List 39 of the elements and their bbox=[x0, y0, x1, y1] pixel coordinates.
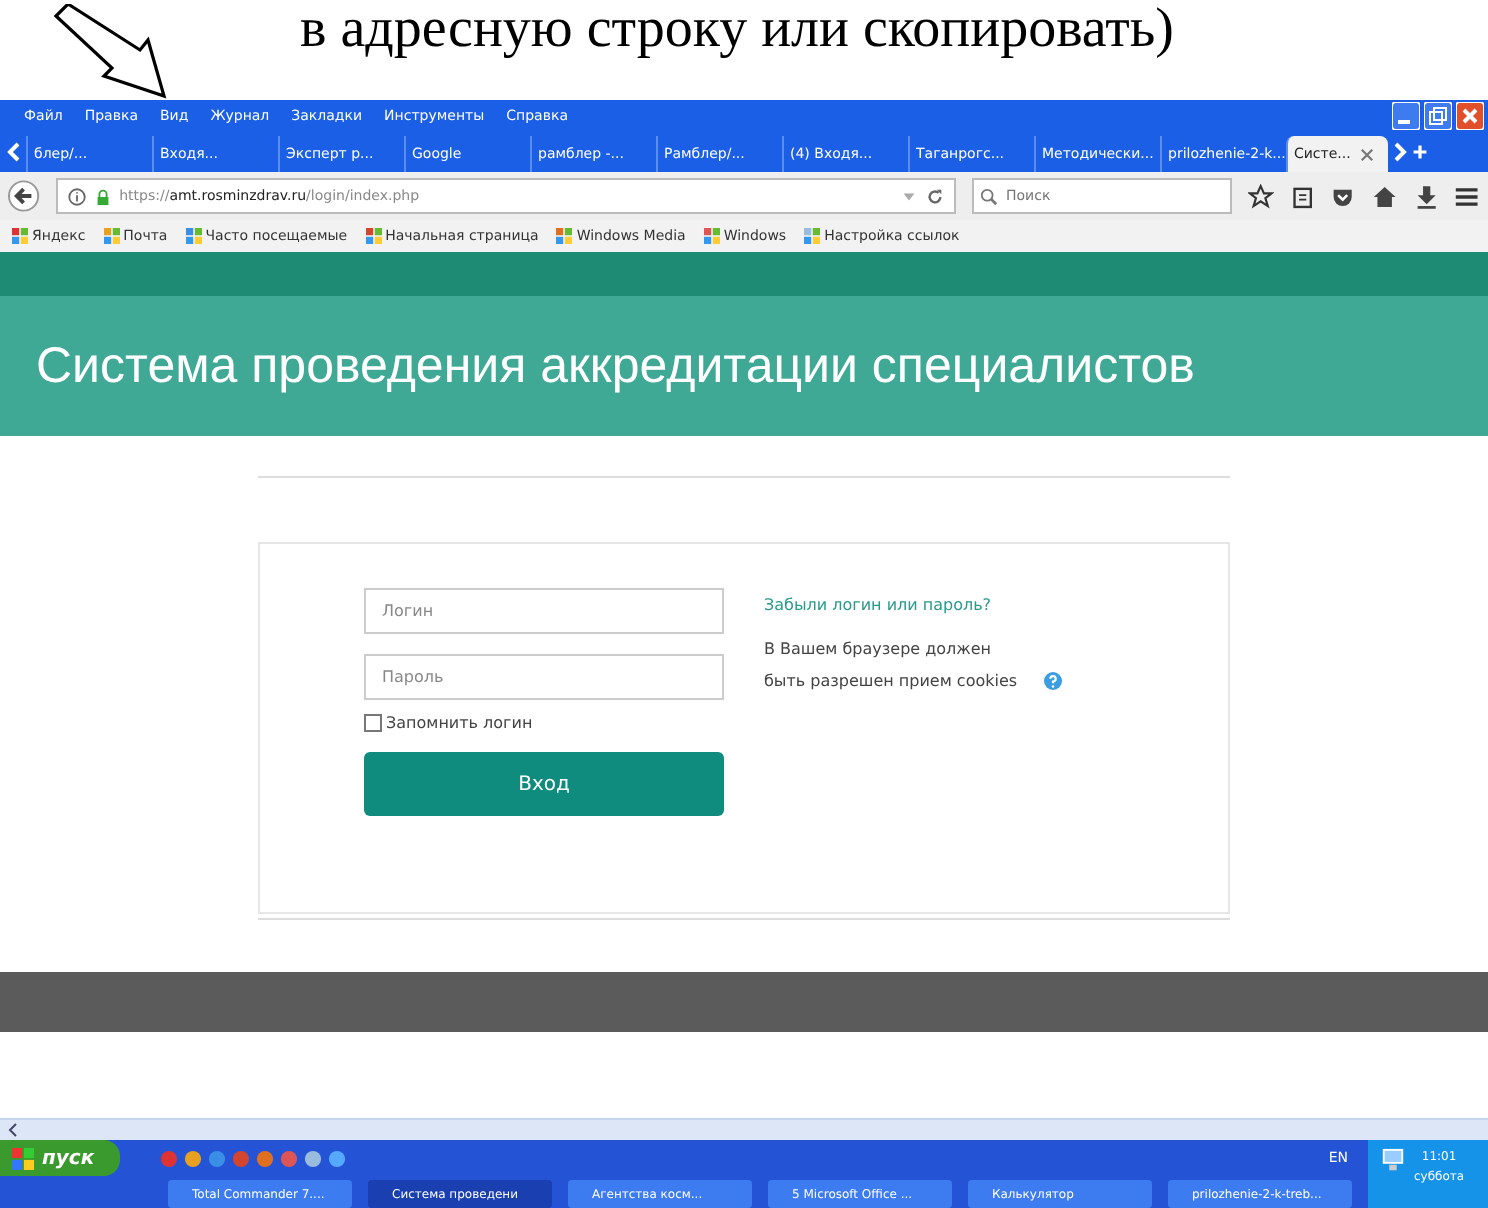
password-field[interactable]: Пароль bbox=[364, 654, 724, 700]
minimize-icon[interactable] bbox=[1392, 102, 1420, 130]
network-icon[interactable] bbox=[1380, 1148, 1406, 1174]
download-icon[interactable] bbox=[1413, 183, 1439, 209]
menu-icon[interactable] bbox=[1454, 183, 1481, 209]
windows-logo-icon bbox=[12, 1147, 34, 1169]
forgot-link[interactable]: Забыли логин или пароль? bbox=[764, 596, 1062, 614]
start-button[interactable]: пуск bbox=[0, 1140, 120, 1176]
tiles-icon bbox=[703, 228, 720, 244]
remember-label: Запомнить логин bbox=[386, 714, 533, 732]
login-button[interactable]: Вход bbox=[364, 752, 724, 816]
home-icon[interactable] bbox=[1372, 183, 1398, 209]
search-icon bbox=[980, 187, 999, 205]
remember-checkbox[interactable] bbox=[364, 714, 382, 732]
tiles-icon bbox=[103, 228, 120, 244]
scroll-right-icon[interactable] bbox=[1392, 142, 1408, 162]
tiles-icon bbox=[185, 228, 202, 244]
tiles-icon bbox=[12, 228, 28, 244]
star-icon[interactable] bbox=[1248, 183, 1274, 209]
back-icon[interactable] bbox=[8, 180, 40, 212]
scroll-left-icon[interactable] bbox=[6, 1122, 22, 1138]
page-title: Система проведения аккредитации специалистов bbox=[36, 337, 1195, 395]
login-field[interactable]: Логин bbox=[364, 588, 724, 634]
lock-icon bbox=[93, 187, 112, 205]
scroll-left-icon[interactable] bbox=[6, 142, 22, 162]
info-icon[interactable] bbox=[67, 187, 86, 205]
dropdown-icon[interactable] bbox=[900, 187, 919, 205]
horizontal-scrollbar[interactable] bbox=[0, 1118, 1488, 1140]
clipboard-icon[interactable] bbox=[1289, 183, 1315, 209]
tiles-icon bbox=[556, 228, 573, 244]
document-text: в адресную строку или скопировать) bbox=[300, 0, 1174, 60]
tiles-icon bbox=[804, 228, 821, 244]
cookies-note: В Вашем браузере должен быть разрешен прием cookies bbox=[764, 638, 1020, 694]
tiles-icon bbox=[365, 228, 382, 244]
close-icon[interactable] bbox=[1360, 147, 1375, 161]
reload-icon[interactable] bbox=[926, 187, 945, 205]
plus-icon[interactable] bbox=[1412, 142, 1428, 162]
restore-icon[interactable] bbox=[1424, 102, 1452, 130]
help-icon[interactable] bbox=[1044, 672, 1062, 690]
